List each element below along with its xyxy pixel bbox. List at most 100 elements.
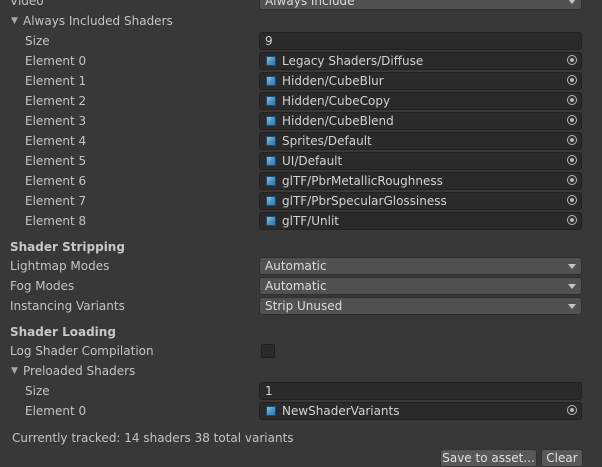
shader-element-value: Legacy Shaders/Diffuse — [282, 54, 424, 68]
always-included-foldout[interactable]: ▼ Always Included Shaders — [0, 11, 602, 31]
chevron-down-icon — [568, 264, 576, 269]
shader-object-field[interactable]: Legacy Shaders/Diffuse — [259, 52, 582, 70]
shader-element-label: Element 3 — [25, 114, 87, 128]
object-picker-icon[interactable] — [567, 75, 577, 85]
shader-object-field[interactable]: UI/Default — [259, 152, 582, 170]
preloaded-element-value: NewShaderVariants — [282, 404, 400, 418]
shader-element-row: Element 3 Hidden/CubeBlend — [0, 111, 602, 131]
chevron-down-icon — [568, 304, 576, 309]
object-picker-icon[interactable] — [567, 215, 577, 225]
shader-variants-icon — [266, 406, 276, 416]
shader-object-field[interactable]: glTF/PbrMetallicRoughness — [259, 172, 582, 190]
shader-element-row: Element 4 Sprites/Default — [0, 131, 602, 151]
fog-modes-value: Automatic — [265, 279, 327, 293]
shader-element-row: Element 7 glTF/PbrSpecularGlossiness — [0, 191, 602, 211]
shader-icon — [266, 116, 276, 126]
fog-modes-dropdown[interactable]: Automatic — [259, 277, 582, 295]
shader-element-row: Element 1 Hidden/CubeBlur — [0, 71, 602, 91]
shader-element-label: Element 8 — [25, 214, 87, 228]
object-picker-icon[interactable] — [567, 195, 577, 205]
preloaded-element-field[interactable]: NewShaderVariants — [259, 402, 582, 420]
preloaded-shaders-label: Preloaded Shaders — [23, 364, 136, 378]
shader-element-row: Element 8 glTF/Unlit — [0, 211, 602, 231]
shader-icon — [266, 216, 276, 226]
object-picker-icon[interactable] — [567, 115, 577, 125]
shader-element-value: Hidden/CubeBlur — [282, 74, 384, 88]
lightmap-modes-value: Automatic — [265, 259, 327, 273]
instancing-variants-label: Instancing Variants — [10, 299, 125, 313]
shader-element-label: Element 7 — [25, 194, 87, 208]
shader-icon — [266, 136, 276, 146]
shader-element-value: Sprites/Default — [282, 134, 372, 148]
shader-element-label: Element 2 — [25, 94, 87, 108]
object-picker-icon[interactable] — [567, 55, 577, 65]
video-dropdown[interactable]: Always Include — [259, 0, 582, 10]
save-to-asset-button[interactable]: Save to asset... — [440, 449, 537, 467]
video-label: Video — [10, 0, 44, 8]
object-picker-icon[interactable] — [567, 155, 577, 165]
instancing-variants-row: Instancing Variants Strip Unused — [0, 296, 602, 316]
log-shader-compilation-label: Log Shader Compilation — [10, 344, 154, 358]
shader-element-row: Element 2 Hidden/CubeCopy — [0, 91, 602, 111]
shader-element-value: Hidden/CubeCopy — [282, 94, 391, 108]
video-row: Video Always Include — [0, 0, 602, 11]
shader-icon — [266, 96, 276, 106]
instancing-variants-dropdown[interactable]: Strip Unused — [259, 297, 582, 315]
shader-element-value: Hidden/CubeBlend — [282, 114, 394, 128]
instancing-variants-value: Strip Unused — [265, 299, 343, 313]
preloaded-shaders-foldout[interactable]: ▼ Preloaded Shaders — [0, 361, 602, 381]
shader-icon — [266, 56, 276, 66]
always-included-label: Always Included Shaders — [23, 14, 173, 28]
fog-modes-row: Fog Modes Automatic — [0, 276, 602, 296]
fog-modes-label: Fog Modes — [10, 279, 75, 293]
log-shader-compilation-checkbox[interactable] — [261, 344, 275, 358]
shader-object-field[interactable]: Hidden/CubeBlend — [259, 112, 582, 130]
shader-loading-header-row: Shader Loading — [0, 322, 602, 342]
object-picker-icon[interactable] — [567, 405, 577, 415]
shader-element-label: Element 0 — [25, 54, 87, 68]
shader-element-label: Element 5 — [25, 154, 87, 168]
shader-object-field[interactable]: glTF/PbrSpecularGlossiness — [259, 192, 582, 210]
size-label: Size — [25, 34, 50, 48]
shader-object-field[interactable]: Hidden/CubeCopy — [259, 92, 582, 110]
chevron-down-icon — [568, 0, 576, 4]
shader-element-label: Element 6 — [25, 174, 87, 188]
preloaded-element-label: Element 0 — [25, 404, 87, 418]
shader-object-field[interactable]: Hidden/CubeBlur — [259, 72, 582, 90]
preloaded-element-row: Element 0 NewShaderVariants — [0, 401, 602, 421]
lightmap-modes-label: Lightmap Modes — [10, 259, 110, 273]
log-shader-compilation-row: Log Shader Compilation — [0, 341, 602, 361]
video-value: Always Include — [265, 0, 355, 8]
shader-object-field[interactable]: Sprites/Default — [259, 132, 582, 150]
clear-button[interactable]: Clear — [541, 449, 583, 467]
shader-element-row: Element 6 glTF/PbrMetallicRoughness — [0, 171, 602, 191]
shader-element-row: Element 5 UI/Default — [0, 151, 602, 171]
shader-icon — [266, 156, 276, 166]
foldout-arrow-icon[interactable]: ▼ — [11, 13, 18, 29]
shader-stripping-header-row: Shader Stripping — [0, 237, 602, 257]
always-included-size-row: Size 9 — [0, 31, 602, 51]
chevron-down-icon — [568, 284, 576, 289]
shader-stripping-header: Shader Stripping — [10, 240, 125, 254]
shader-element-value: glTF/PbrMetallicRoughness — [282, 174, 443, 188]
shader-element-value: glTF/Unlit — [282, 214, 339, 228]
object-picker-icon[interactable] — [567, 95, 577, 105]
preloaded-size-row: Size 1 — [0, 381, 602, 401]
shader-element-value: glTF/PbrSpecularGlossiness — [282, 194, 447, 208]
tracked-row: Currently tracked: 14 shaders 38 total v… — [0, 428, 602, 448]
shader-icon — [266, 76, 276, 86]
shader-loading-header: Shader Loading — [10, 325, 116, 339]
shader-element-row: Element 0 Legacy Shaders/Diffuse — [0, 51, 602, 71]
object-picker-icon[interactable] — [567, 135, 577, 145]
size-input[interactable]: 9 — [259, 32, 582, 50]
foldout-arrow-icon[interactable]: ▼ — [11, 363, 18, 379]
object-picker-icon[interactable] — [567, 175, 577, 185]
shader-object-field[interactable]: glTF/Unlit — [259, 212, 582, 230]
preloaded-size-label: Size — [25, 384, 50, 398]
shader-element-value: UI/Default — [282, 154, 343, 168]
shader-icon — [266, 196, 276, 206]
shader-element-label: Element 1 — [25, 74, 87, 88]
preloaded-size-input[interactable]: 1 — [259, 382, 582, 400]
lightmap-modes-dropdown[interactable]: Automatic — [259, 257, 582, 275]
shader-icon — [266, 176, 276, 186]
